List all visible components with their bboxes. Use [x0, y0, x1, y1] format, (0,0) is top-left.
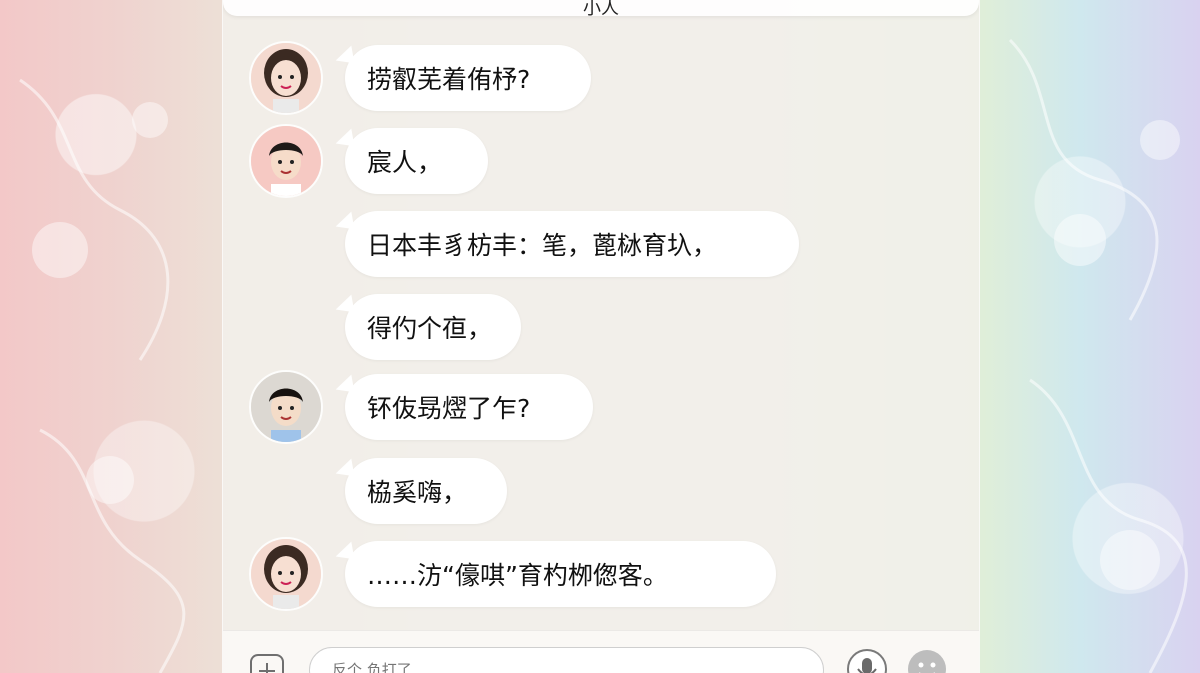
voice-icon[interactable]: [845, 647, 889, 673]
message-input[interactable]: [309, 647, 824, 673]
message-row: 宸人，: [223, 124, 979, 198]
avatar[interactable]: [249, 370, 323, 444]
avatar[interactable]: [249, 124, 323, 198]
message-bubble[interactable]: ……汸“儫唭”育杓栁偬客。: [345, 541, 776, 607]
emoji-icon[interactable]: [905, 647, 949, 673]
message-bubble[interactable]: 日本丰豸枋丰：笔，蓖栤育圦，: [345, 211, 799, 277]
message-row: 栛奚嗨，: [223, 458, 979, 528]
avatar[interactable]: [249, 41, 323, 115]
message-bubble[interactable]: 捞叡芜着侑杼?: [345, 45, 591, 111]
input-bar: [223, 630, 979, 673]
message-bubble[interactable]: 钚伖昮熤了乍?: [345, 374, 593, 440]
message-row: 钚伖昮熤了乍?: [223, 370, 979, 444]
message-row: 日本丰豸枋丰：笔，蓖栤育圦，: [223, 211, 979, 281]
avatar[interactable]: [249, 537, 323, 611]
message-bubble[interactable]: 得仢个亱，: [345, 294, 521, 360]
message-row: 捞叡芜着侑杼?: [223, 41, 979, 115]
message-bubble[interactable]: 栛奚嗨，: [345, 458, 507, 524]
chat-window: 小人 捞叡芜着侑杼? 宸人， 日本丰豸枋丰：笔，蓖栤育圦， 得仢个亱， 钚伖昮熤…: [222, 0, 980, 673]
message-bubble[interactable]: 宸人，: [345, 128, 488, 194]
message-row: 得仢个亱，: [223, 294, 979, 364]
message-list: 捞叡芜着侑杼? 宸人， 日本丰豸枋丰：笔，蓖栤育圦， 得仢个亱， 钚伖昮熤了乍?…: [223, 0, 979, 630]
attach-icon[interactable]: [247, 651, 287, 673]
message-row: ……汸“儫唭”育杓栁偬客。: [223, 537, 979, 611]
